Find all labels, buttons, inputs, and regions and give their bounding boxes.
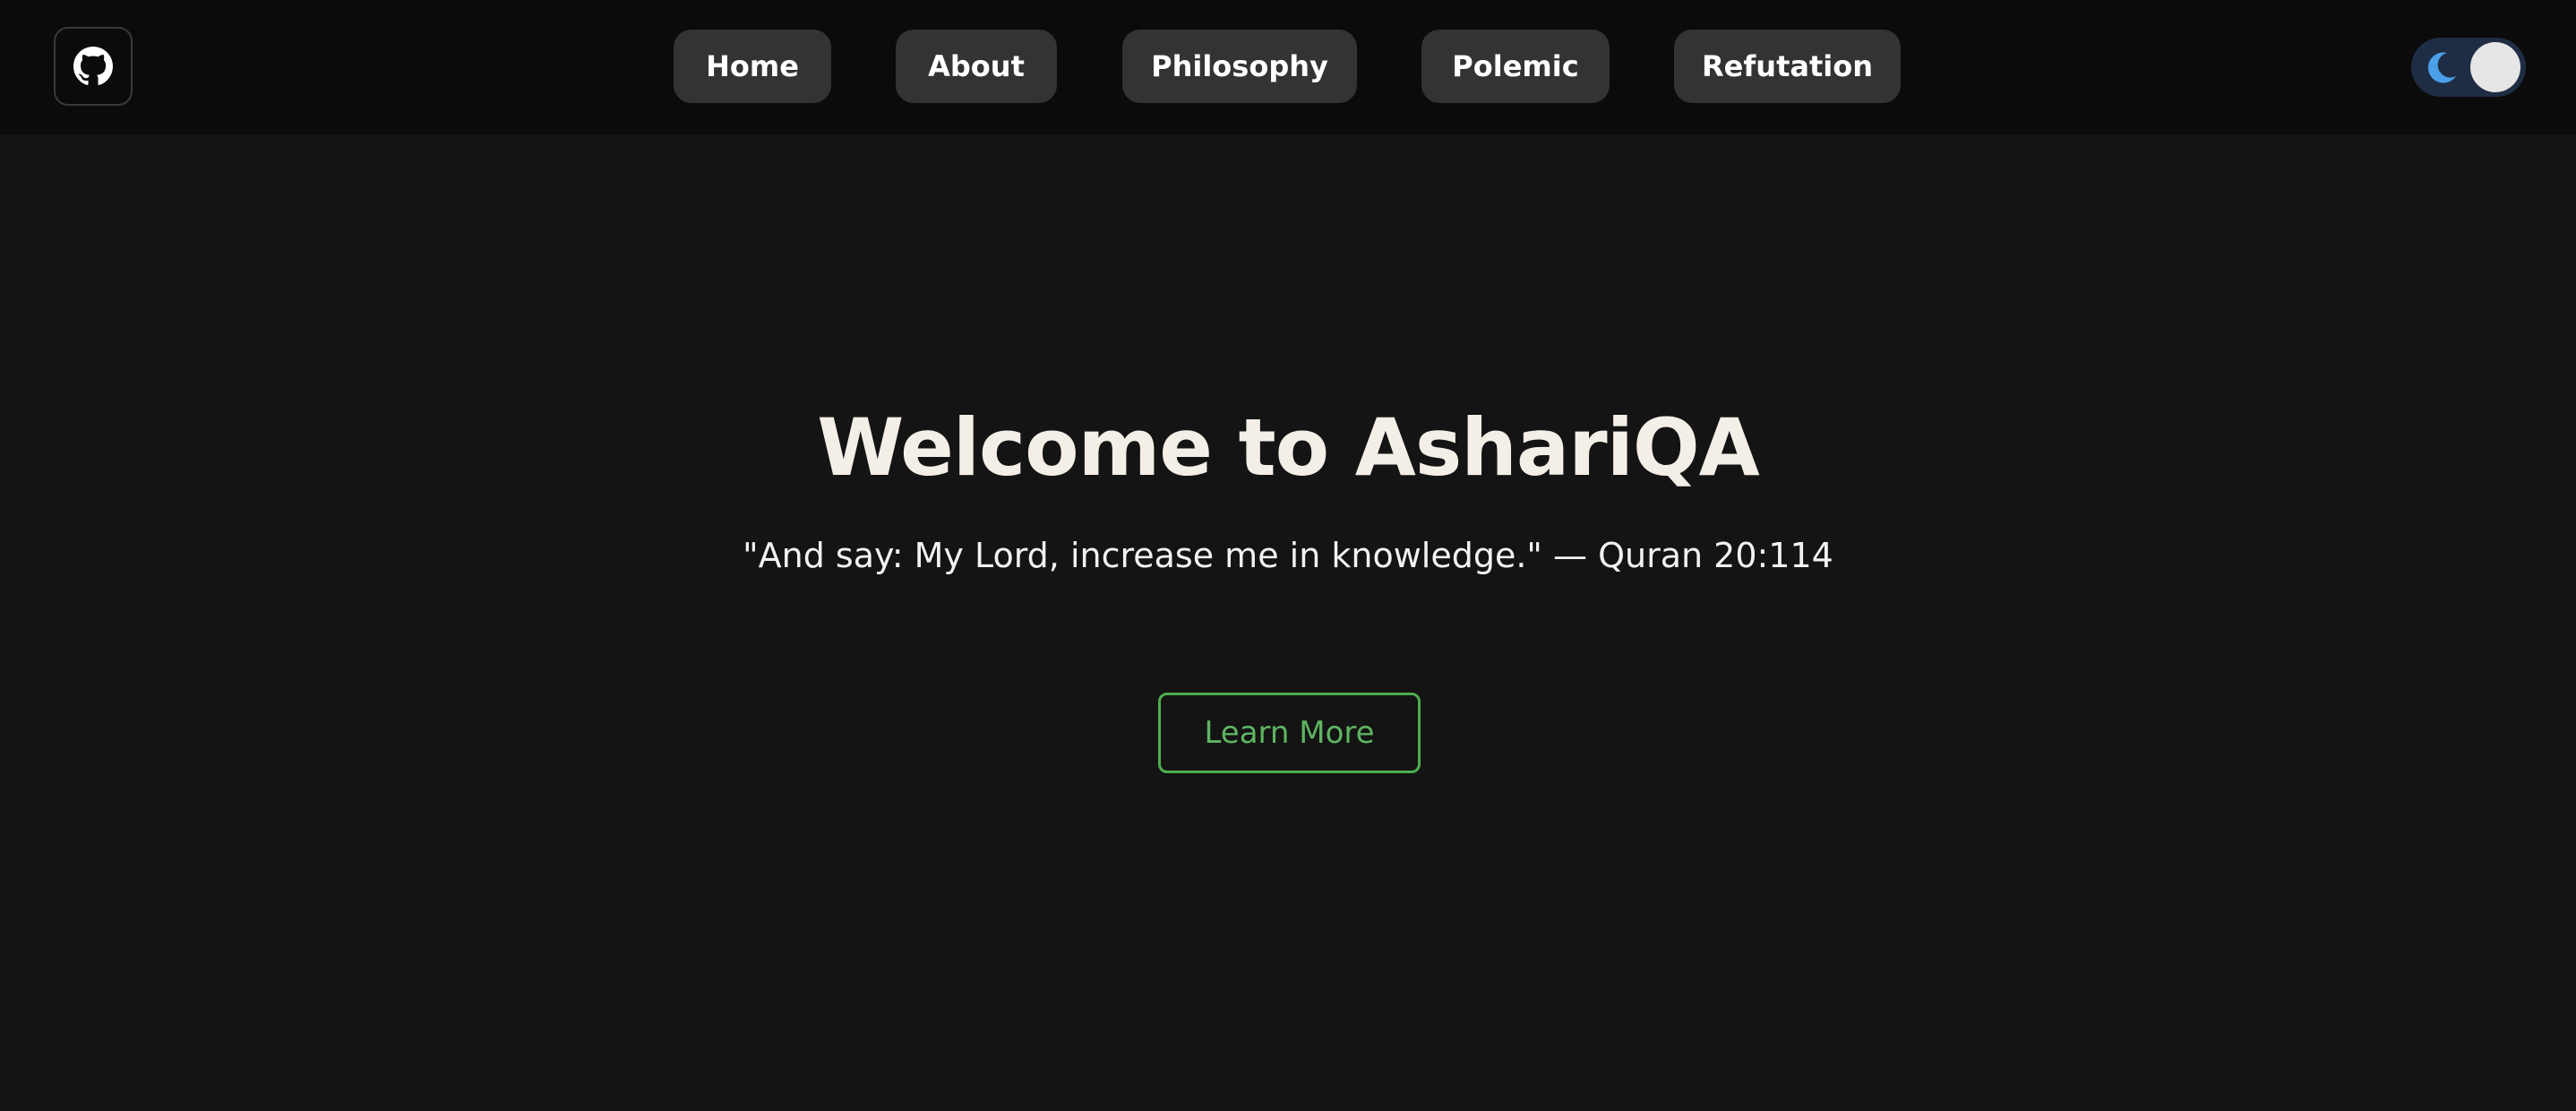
top-navigation-bar: Home About Philosophy Polemic Refutation — [0, 0, 2576, 134]
moon-icon — [2427, 52, 2456, 83]
learn-more-button[interactable]: Learn More — [1158, 693, 1421, 773]
main-navigation: Home About Philosophy Polemic Refutation — [0, 30, 2576, 103]
toggle-knob — [2470, 42, 2520, 92]
nav-about[interactable]: About — [896, 30, 1057, 103]
hero-quote: "And say: My Lord, increase me in knowle… — [743, 536, 1833, 575]
nav-refutation[interactable]: Refutation — [1674, 30, 1901, 103]
theme-toggle[interactable] — [2411, 38, 2526, 97]
page-title: Welcome to AshariQA — [817, 401, 1760, 494]
nav-home[interactable]: Home — [674, 30, 831, 103]
nav-polemic[interactable]: Polemic — [1421, 30, 1610, 103]
nav-philosophy[interactable]: Philosophy — [1122, 30, 1357, 103]
